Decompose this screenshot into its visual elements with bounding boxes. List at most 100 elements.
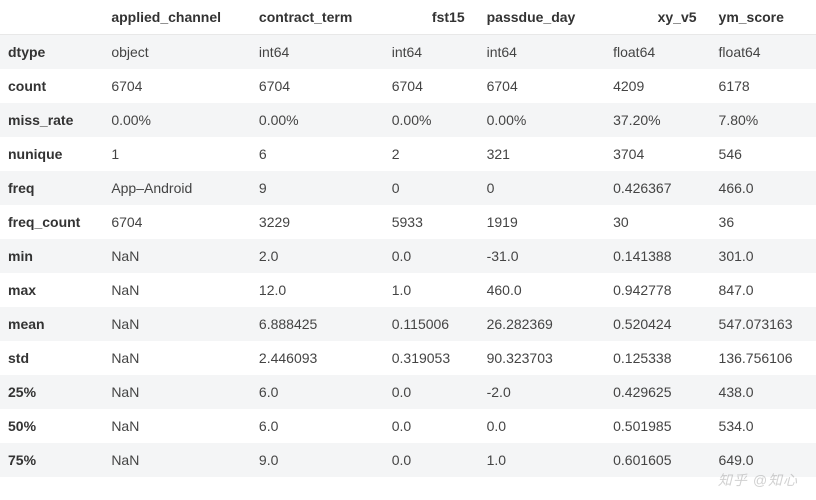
col-header: xy_v5: [605, 0, 710, 35]
table-row: count670467046704670442096178: [0, 69, 816, 103]
cell: 0.115006: [384, 307, 479, 341]
table-row: 25%NaN6.00.0-2.00.429625438.0: [0, 375, 816, 409]
table-row: stdNaN2.4460930.31905390.3237030.1253381…: [0, 341, 816, 375]
cell: 547.073163: [711, 307, 816, 341]
cell: 37.20%: [605, 103, 710, 137]
cell: 5933: [384, 205, 479, 239]
cell: object: [103, 35, 251, 70]
cell: int64: [251, 35, 384, 70]
table-row: maxNaN12.01.0460.00.942778847.0: [0, 273, 816, 307]
cell: 0.0: [384, 409, 479, 443]
cell: 546: [711, 137, 816, 171]
table-header-row: applied_channel contract_term fst15 pass…: [0, 0, 816, 35]
cell: App–Android: [103, 171, 251, 205]
cell: 6704: [479, 69, 606, 103]
cell: 0.0: [384, 375, 479, 409]
table-row: nunique1623213704546: [0, 137, 816, 171]
cell: 649.0: [711, 443, 816, 477]
cell: -2.0: [479, 375, 606, 409]
row-header: 25%: [0, 375, 103, 409]
cell: 0.601605: [605, 443, 710, 477]
col-header: passdue_day: [479, 0, 606, 35]
cell: 3229: [251, 205, 384, 239]
cell: 0.429625: [605, 375, 710, 409]
col-header: fst15: [384, 0, 479, 35]
cell: 0.942778: [605, 273, 710, 307]
row-header: nunique: [0, 137, 103, 171]
row-header: 75%: [0, 443, 103, 477]
cell: 1919: [479, 205, 606, 239]
cell: 12.0: [251, 273, 384, 307]
cell: NaN: [103, 239, 251, 273]
cell: 847.0: [711, 273, 816, 307]
col-header: ym_score: [711, 0, 816, 35]
cell: 6704: [384, 69, 479, 103]
cell: 301.0: [711, 239, 816, 273]
cell: 2: [384, 137, 479, 171]
cell: 534.0: [711, 409, 816, 443]
row-header: max: [0, 273, 103, 307]
table-row: dtypeobjectint64int64int64float64float64: [0, 35, 816, 70]
row-header: mean: [0, 307, 103, 341]
cell: 0.0: [384, 443, 479, 477]
table-row: 50%NaN6.00.00.00.501985534.0: [0, 409, 816, 443]
table-row: meanNaN6.8884250.11500626.2823690.520424…: [0, 307, 816, 341]
cell: 90.323703: [479, 341, 606, 375]
cell: 2.446093: [251, 341, 384, 375]
cell: 6.0: [251, 375, 384, 409]
cell: int64: [384, 35, 479, 70]
cell: 0.0: [384, 239, 479, 273]
cell: 0.0: [479, 409, 606, 443]
col-header: applied_channel: [103, 0, 251, 35]
cell: 26.282369: [479, 307, 606, 341]
cell: 460.0: [479, 273, 606, 307]
cell: 0.501985: [605, 409, 710, 443]
cell: -31.0: [479, 239, 606, 273]
table-body: dtypeobjectint64int64int64float64float64…: [0, 35, 816, 478]
row-header: min: [0, 239, 103, 273]
row-header: freq: [0, 171, 103, 205]
cell: 136.756106: [711, 341, 816, 375]
cell: NaN: [103, 341, 251, 375]
cell: 0.00%: [479, 103, 606, 137]
table-row: freqApp–Android9000.426367466.0: [0, 171, 816, 205]
cell: NaN: [103, 273, 251, 307]
row-header: std: [0, 341, 103, 375]
table-row: minNaN2.00.0-31.00.141388301.0: [0, 239, 816, 273]
stats-table: applied_channel contract_term fst15 pass…: [0, 0, 816, 477]
row-header: dtype: [0, 35, 103, 70]
cell: 0.319053: [384, 341, 479, 375]
cell: 0.520424: [605, 307, 710, 341]
cell: 9: [251, 171, 384, 205]
col-header: contract_term: [251, 0, 384, 35]
cell: NaN: [103, 409, 251, 443]
cell: 30: [605, 205, 710, 239]
cell: 6704: [103, 205, 251, 239]
cell: 0.141388: [605, 239, 710, 273]
cell: 3704: [605, 137, 710, 171]
table-row: freq_count67043229593319193036: [0, 205, 816, 239]
table-row: miss_rate0.00%0.00%0.00%0.00%37.20%7.80%: [0, 103, 816, 137]
cell: NaN: [103, 443, 251, 477]
row-header: 50%: [0, 409, 103, 443]
cell: 0.125338: [605, 341, 710, 375]
cell: float64: [711, 35, 816, 70]
cell: 6704: [251, 69, 384, 103]
cell: int64: [479, 35, 606, 70]
cell: 6.0: [251, 409, 384, 443]
cell: 1: [103, 137, 251, 171]
cell: float64: [605, 35, 710, 70]
row-header: freq_count: [0, 205, 103, 239]
cell: 0.426367: [605, 171, 710, 205]
cell: 1.0: [479, 443, 606, 477]
cell: 7.80%: [711, 103, 816, 137]
cell: 466.0: [711, 171, 816, 205]
row-header: count: [0, 69, 103, 103]
table-row: 75%NaN9.00.01.00.601605649.0: [0, 443, 816, 477]
cell: 9.0: [251, 443, 384, 477]
row-header: miss_rate: [0, 103, 103, 137]
corner-cell: [0, 0, 103, 35]
cell: 6178: [711, 69, 816, 103]
cell: 4209: [605, 69, 710, 103]
cell: 6704: [103, 69, 251, 103]
